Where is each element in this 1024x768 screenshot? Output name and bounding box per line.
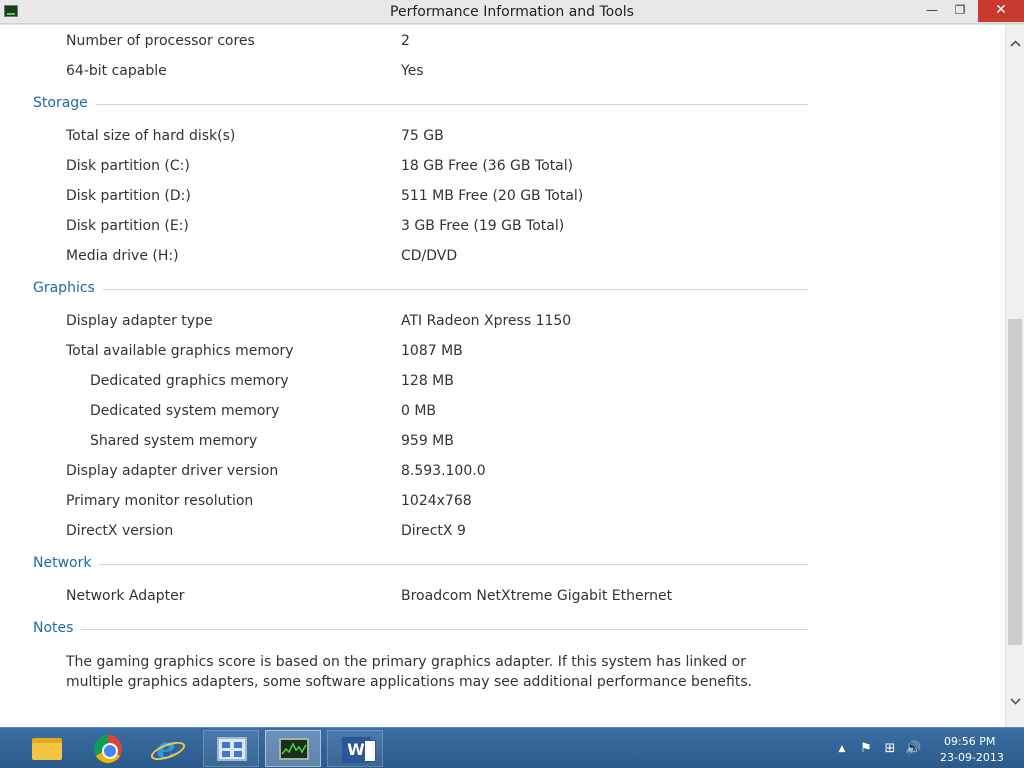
section-title: Graphics (33, 280, 103, 296)
chevron-up-icon (1010, 40, 1021, 47)
section-notes: Notes (0, 620, 1005, 642)
clock-time[interactable]: 09:56 PM (944, 735, 995, 748)
info-row: Total size of hard disk(s) 75 GB (0, 128, 1005, 150)
info-value: 128 MB (401, 373, 454, 389)
info-label: Dedicated system memory (90, 403, 280, 419)
section-divider (33, 289, 808, 290)
scroll-down-button[interactable] (1006, 693, 1024, 711)
info-label: Disk partition (D:) (66, 188, 191, 204)
info-value: DirectX 9 (401, 523, 466, 539)
title-bar: Performance Information and Tools — ❐ ✕ (0, 0, 1024, 24)
notes-text: The gaming graphics score is based on th… (66, 654, 753, 690)
info-value: 8.593.100.0 (401, 463, 486, 479)
info-value: 2 (401, 33, 410, 49)
info-label: Display adapter type (66, 313, 213, 329)
vertical-scrollbar[interactable] (1005, 25, 1024, 727)
info-label: 64-bit capable (66, 63, 167, 79)
info-value: ATI Radeon Xpress 1150 (401, 313, 572, 329)
section-network: Network (0, 555, 1005, 577)
info-value: 1087 MB (401, 343, 463, 359)
section-title: Storage (33, 95, 96, 111)
info-value: CD/DVD (401, 248, 458, 264)
content-pane: Number of processor cores 2 64-bit capab… (0, 25, 1005, 727)
info-label: Number of processor cores (66, 33, 255, 49)
info-value: 1024x768 (401, 493, 472, 509)
section-divider (33, 104, 808, 105)
info-value: 75 GB (401, 128, 444, 144)
info-row: Dedicated system memory 0 MB (0, 403, 1005, 425)
taskbar-file-explorer[interactable] (18, 730, 74, 767)
internet-explorer-icon: e (152, 734, 180, 764)
clock-date[interactable]: 23-09-2013 (940, 751, 1004, 764)
info-label: Total size of hard disk(s) (66, 128, 236, 144)
section-storage: Storage (0, 95, 1005, 117)
info-label: Dedicated graphics memory (90, 373, 289, 389)
chevron-down-icon (1010, 698, 1021, 705)
restore-button[interactable]: ❐ (946, 0, 974, 22)
info-value: Broadcom NetXtreme Gigabit Ethernet (401, 588, 673, 604)
file-explorer-icon (32, 738, 62, 760)
minimize-button[interactable]: — (918, 0, 946, 22)
scroll-up-button[interactable] (1006, 35, 1024, 53)
performance-monitor-icon (279, 738, 309, 760)
info-value: Yes (401, 63, 424, 79)
info-row: Media drive (H:) CD/DVD (0, 248, 1005, 270)
info-row: Network Adapter Broadcom NetXtreme Gigab… (0, 588, 1005, 610)
info-row: Dedicated graphics memory 128 MB (0, 373, 1005, 395)
info-row: Total available graphics memory 1087 MB (0, 343, 1005, 365)
taskbar-word[interactable]: W (327, 730, 383, 767)
network-icon[interactable]: ⊞ (882, 741, 898, 757)
taskbar-chrome[interactable] (80, 730, 136, 767)
window-title: Performance Information and Tools (390, 4, 634, 20)
taskbar-performance-monitor[interactable] (265, 730, 321, 767)
info-label: Disk partition (E:) (66, 218, 189, 234)
info-value: 511 MB Free (20 GB Total) (401, 188, 584, 204)
info-value: 0 MB (401, 403, 437, 419)
info-label: Total available graphics memory (66, 343, 294, 359)
section-divider (33, 629, 808, 630)
info-value: 3 GB Free (19 GB Total) (401, 218, 565, 234)
scroll-thumb[interactable] (1008, 319, 1022, 645)
info-row: Disk partition (C:) 18 GB Free (36 GB To… (0, 158, 1005, 180)
info-value: 18 GB Free (36 GB Total) (401, 158, 574, 174)
info-row: Number of processor cores 2 (0, 33, 1005, 55)
control-panel-icon (217, 737, 247, 761)
info-row: Display adapter type ATI Radeon Xpress 1… (0, 313, 1005, 335)
chrome-icon (94, 735, 122, 763)
section-graphics: Graphics (0, 280, 1005, 302)
info-label: DirectX version (66, 523, 174, 539)
close-button[interactable]: ✕ (978, 0, 1024, 22)
taskbar-control-panel[interactable] (203, 730, 259, 767)
show-hidden-icons-button[interactable]: ▲ (834, 741, 850, 757)
volume-icon[interactable]: 🔊 (905, 741, 921, 757)
section-divider (33, 564, 808, 565)
info-row: Disk partition (E:) 3 GB Free (19 GB Tot… (0, 218, 1005, 240)
info-label: Display adapter driver version (66, 463, 279, 479)
info-row: Primary monitor resolution 1024x768 (0, 493, 1005, 515)
taskbar-internet-explorer[interactable]: e (138, 730, 194, 767)
info-row: DirectX version DirectX 9 (0, 523, 1005, 545)
info-label: Shared system memory (90, 433, 258, 449)
info-label: Network Adapter (66, 588, 185, 604)
info-row: Disk partition (D:) 511 MB Free (20 GB T… (0, 188, 1005, 210)
section-title: Network (33, 555, 100, 571)
info-label: Primary monitor resolution (66, 493, 254, 509)
info-row: 64-bit capable Yes (0, 63, 1005, 85)
taskbar: e W ▲ ⚑ ⊞ 🔊 09:56 PM 23-09-2013 (0, 727, 1024, 768)
info-row: Display adapter driver version 8.593.100… (0, 463, 1005, 485)
info-value: 959 MB (401, 433, 454, 449)
info-label: Media drive (H:) (66, 248, 179, 264)
info-row: Shared system memory 959 MB (0, 433, 1005, 455)
info-label: Disk partition (C:) (66, 158, 190, 174)
word-icon: W (342, 737, 376, 763)
action-center-flag-icon[interactable]: ⚑ (858, 741, 874, 757)
section-title: Notes (33, 620, 82, 636)
